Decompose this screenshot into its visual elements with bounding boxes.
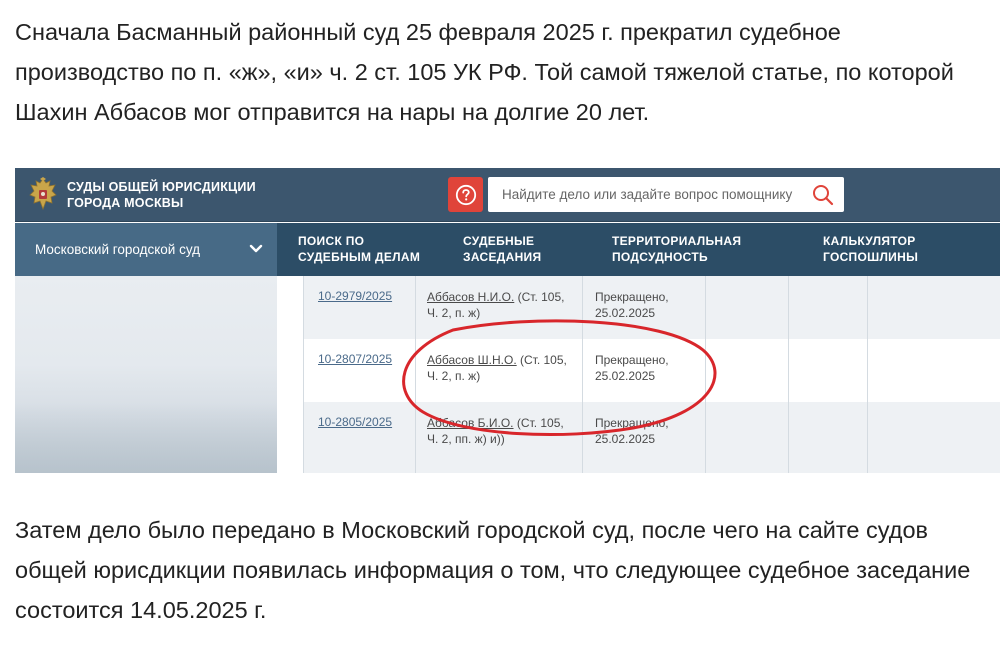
table-row[interactable]: 10-2979/2025 Аббасов Н.И.О. (Ст. 105, Ч.… — [303, 276, 1000, 339]
court-selector-label: Московский городской суд — [35, 242, 200, 257]
case-number-link[interactable]: 10-2979/2025 — [318, 289, 392, 303]
case-status: Прекращено, 25.02.2025 — [595, 353, 669, 383]
main-navigation: Московский городской суд ПОИСК ПО СУДЕБН… — [15, 223, 1000, 276]
court-website-screenshot: СУДЫ ОБЩЕЙ ЮРИСДИКЦИИ ГОРОДА МОСКВЫ Моск… — [15, 168, 1000, 473]
column-divider — [788, 276, 789, 473]
case-number-link[interactable]: 10-2805/2025 — [318, 415, 392, 429]
site-header: СУДЫ ОБЩЕЙ ЮРИСДИКЦИИ ГОРОДА МОСКВЫ — [15, 168, 1000, 222]
magnifier-icon[interactable] — [812, 184, 834, 206]
case-status: Прекращено, 25.02.2025 — [595, 290, 669, 320]
nav-case-search[interactable]: ПОИСК ПО СУДЕБНЫМ ДЕЛАМ — [298, 233, 420, 265]
article-paragraph-before: Сначала Басманный районный суд 25 феврал… — [15, 19, 954, 125]
column-divider — [303, 276, 304, 473]
site-title: СУДЫ ОБЩЕЙ ЮРИСДИКЦИИ ГОРОДА МОСКВЫ — [67, 180, 256, 210]
court-selector[interactable]: Московский городской суд — [15, 223, 277, 276]
background-city-photo — [15, 276, 277, 473]
case-number-link[interactable]: 10-2807/2025 — [318, 352, 392, 366]
nav-court-hearings[interactable]: СУДЕБНЫЕ ЗАСЕДАНИЯ — [463, 233, 541, 265]
chevron-down-icon — [249, 244, 263, 253]
column-divider — [582, 276, 583, 473]
help-button[interactable] — [448, 177, 483, 212]
column-divider — [705, 276, 706, 473]
article-paragraph-after: Затем дело было передано в Московский го… — [15, 517, 971, 623]
nav-fee-calculator[interactable]: КАЛЬКУЛЯТОР ГОСПОШЛИНЫ — [823, 233, 918, 265]
table-row[interactable]: 10-2807/2025 Аббасов Ш.Н.О. (Ст. 105, Ч.… — [303, 339, 1000, 402]
case-party: Аббасов Ш.Н.О. (Ст. 105, Ч. 2, п. ж) — [427, 352, 577, 384]
case-party: Аббасов Б.И.О. (Ст. 105, Ч. 2, пп. ж) и)… — [427, 415, 577, 447]
coat-of-arms-icon — [29, 177, 57, 211]
column-divider — [867, 276, 868, 473]
search-input[interactable] — [502, 177, 802, 212]
column-divider — [415, 276, 416, 473]
table-row[interactable]: 10-2805/2025 Аббасов Б.И.О. (Ст. 105, Ч.… — [303, 402, 1000, 473]
party-name-link[interactable]: Аббасов Б.И.О. — [427, 416, 514, 430]
case-status: Прекращено, 25.02.2025 — [595, 416, 669, 446]
party-name-link[interactable]: Аббасов Н.И.О. — [427, 290, 514, 304]
party-name-link[interactable]: Аббасов Ш.Н.О. — [427, 353, 517, 367]
search-box — [488, 177, 844, 212]
question-circle-icon — [455, 184, 476, 205]
case-party: Аббасов Н.И.О. (Ст. 105, Ч. 2, п. ж) — [427, 289, 577, 321]
nav-territorial-jurisdiction[interactable]: ТЕРРИТОРИАЛЬНАЯ ПОДСУДНОСТЬ — [612, 233, 741, 265]
cases-table: 10-2979/2025 Аббасов Н.И.О. (Ст. 105, Ч.… — [303, 276, 1000, 473]
